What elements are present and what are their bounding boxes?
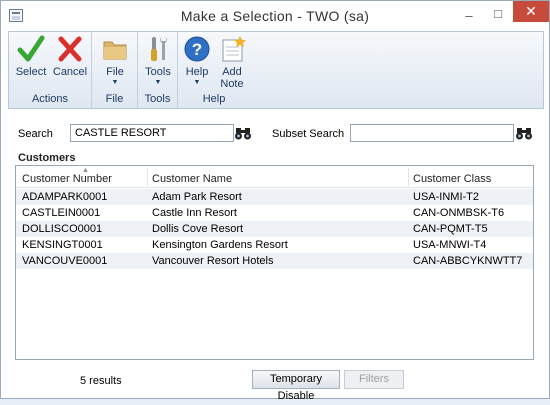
tools-button[interactable]: Tools ▼ (139, 34, 177, 87)
add-note-label-line1: Add (222, 66, 242, 78)
close-icon[interactable]: ✕ (513, 1, 549, 22)
tools-icon (151, 37, 167, 61)
title-bar: Make a Selection - TWO (sa) – □ ✕ (1, 1, 549, 31)
folder-icon (103, 41, 127, 60)
dropdown-arrow-icon: ▼ (111, 79, 119, 86)
cell-customer-name: Dollis Cove Resort (152, 223, 244, 235)
file-button-label: File (106, 66, 124, 78)
results-count: 5 results (80, 375, 122, 387)
grid-header: ▲ Customer Number Customer Name Customer… (16, 166, 533, 188)
cell-customer-name: Vancouver Resort Hotels (152, 255, 274, 267)
column-header-customer-number[interactable]: Customer Number (22, 173, 112, 185)
cell-customer-number: VANCOUVE0001 (22, 255, 108, 267)
binoculars-icon[interactable] (234, 125, 252, 141)
cell-customer-class: CAN-ABBCYKNWTT7 (413, 255, 523, 267)
table-row[interactable]: KENSINGT0001 Kensington Gardens Resort U… (16, 237, 533, 253)
group-label-tools: Tools (144, 93, 171, 105)
help-button[interactable]: ? Help ▼ (180, 34, 214, 87)
binoculars-icon[interactable] (515, 125, 533, 141)
add-note-label-line2: Note (220, 78, 244, 90)
group-label-help: Help (202, 93, 226, 105)
group-label-file: File (105, 93, 124, 105)
cell-customer-number: CASTLEIN0001 (22, 207, 101, 219)
cell-customer-class: CAN-ONMBSK-T6 (413, 207, 505, 219)
help-icon: ? (184, 36, 210, 62)
cell-customer-number: KENSINGT0001 (22, 239, 103, 251)
ribbon-group-file: File ▼ File (92, 32, 138, 108)
subset-search-label: Subset Search (272, 128, 345, 140)
dropdown-arrow-icon: ▼ (193, 79, 201, 86)
cell-customer-number: ADAMPARK0001 (22, 191, 108, 203)
subset-search-input[interactable] (350, 124, 514, 142)
cell-customer-name: Kensington Gardens Resort (152, 239, 288, 251)
ribbon-group-actions: Select Cancel Actions (9, 32, 92, 108)
group-label-actions: Actions (31, 93, 69, 105)
customers-grid[interactable]: ▲ Customer Number Customer Name Customer… (15, 165, 534, 360)
ribbon: Select Cancel Actions File ▼ File Tools … (8, 31, 544, 109)
svg-text:?: ? (192, 40, 202, 59)
add-note-button[interactable]: Add Note (215, 34, 249, 90)
select-button-label: Select (15, 66, 47, 78)
dropdown-arrow-icon: ▼ (154, 79, 162, 86)
x-icon (58, 36, 82, 62)
note-icon (222, 36, 246, 62)
table-row[interactable]: DOLLISCO0001 Dollis Cove Resort CAN-PQMT… (16, 221, 533, 237)
table-row[interactable]: VANCOUVE0001 Vancouver Resort Hotels CAN… (16, 253, 533, 269)
make-a-selection-window: Make a Selection - TWO (sa) – □ ✕ Select… (0, 0, 550, 402)
search-input[interactable] (70, 124, 234, 142)
cell-customer-name: Adam Park Resort (152, 191, 242, 203)
select-button[interactable]: Select (12, 34, 50, 78)
help-button-label: Help (185, 66, 209, 78)
column-header-customer-class[interactable]: Customer Class (413, 173, 491, 185)
file-button[interactable]: File ▼ (96, 34, 134, 87)
filters-button[interactable]: Filters (344, 370, 404, 389)
checkmark-icon (17, 35, 45, 62)
table-row[interactable]: CASTLEIN0001 Castle Inn Resort CAN-ONMBS… (16, 205, 533, 221)
column-separator[interactable] (408, 168, 409, 186)
tools-button-label: Tools (145, 66, 171, 78)
add-note-button-label: Add Note (215, 66, 249, 90)
cancel-button-label: Cancel (52, 66, 88, 78)
column-separator[interactable] (147, 168, 148, 186)
ribbon-group-tools: Tools ▼ Tools (138, 32, 178, 108)
temporary-disable-button[interactable]: Temporary Disable (252, 370, 340, 402)
minimize-icon[interactable]: – (461, 9, 477, 23)
cell-customer-class: CAN-PQMT-T5 (413, 223, 488, 235)
ribbon-group-help: ? Help ▼ Add Note Help (178, 32, 250, 108)
customers-section-title: Customers (18, 152, 76, 164)
cancel-button[interactable]: Cancel (50, 34, 90, 78)
cell-customer-number: DOLLISCO0001 (22, 223, 103, 235)
cell-customer-name: Castle Inn Resort (152, 207, 237, 219)
cell-customer-class: USA-MNWI-T4 (413, 239, 487, 251)
maximize-icon[interactable]: □ (490, 7, 506, 21)
cell-customer-class: USA-INMI-T2 (413, 191, 479, 203)
column-header-customer-name[interactable]: Customer Name (152, 173, 232, 185)
search-label: Search (18, 128, 53, 140)
table-row[interactable]: ADAMPARK0001 Adam Park Resort USA-INMI-T… (16, 189, 533, 205)
